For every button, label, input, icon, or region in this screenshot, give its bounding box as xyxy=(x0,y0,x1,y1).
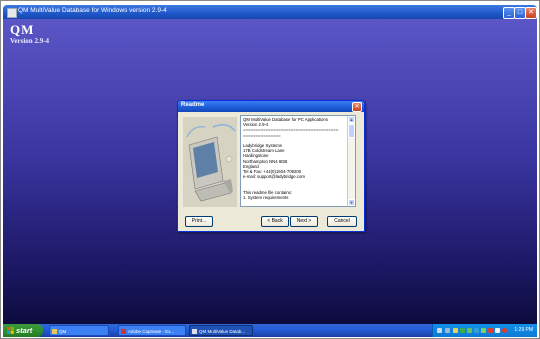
app-icon xyxy=(7,8,17,18)
clock[interactable]: 1:29 PM xyxy=(514,324,533,337)
taskbar: start QM Adobe Captivate - Ex... QM Mult… xyxy=(3,324,537,337)
tray-icon[interactable] xyxy=(453,328,458,333)
readme-line: ====================================== xyxy=(243,127,339,133)
qm-version: Version 2.9-4 xyxy=(10,37,50,45)
dialog-title-bar[interactable]: Readme ✕ xyxy=(178,101,364,112)
readme-text: QM MultiValue Database for PC Applicatio… xyxy=(243,117,347,200)
window-title: QM MultiValue Database for Windows versi… xyxy=(18,7,167,14)
captivate-icon xyxy=(121,329,126,334)
tray-icon[interactable] xyxy=(495,328,500,333)
readme-text-area[interactable]: QM MultiValue Database for PC Applicatio… xyxy=(240,115,356,207)
tray-icon[interactable] xyxy=(481,328,486,333)
tray-icon[interactable] xyxy=(502,328,507,333)
close-button[interactable]: ✕ xyxy=(525,7,537,19)
print-button[interactable]: Print... xyxy=(185,216,213,227)
scroll-up-arrow-icon[interactable]: ▲ xyxy=(348,116,355,123)
tray-icon[interactable] xyxy=(488,328,493,333)
taskbar-item-qm-setup[interactable]: QM MultiValue Datab... xyxy=(189,325,253,336)
scroll-down-arrow-icon[interactable]: ▼ xyxy=(348,199,355,206)
taskbar-item-label: Adobe Captivate - Ex... xyxy=(128,329,175,334)
qm-logo: QM xyxy=(10,22,35,37)
tray-icon[interactable] xyxy=(460,328,465,333)
readme-scrollbar[interactable]: ▲ ▼ xyxy=(347,116,355,206)
screen: QM MultiValue Database for Windows versi… xyxy=(0,0,540,339)
tray-icon[interactable] xyxy=(445,328,450,333)
dialog-title: Readme xyxy=(181,102,205,108)
readme-line: 1. System requirements xyxy=(243,194,289,200)
tray-icon[interactable] xyxy=(467,328,472,333)
taskbar-item-label: QM xyxy=(59,329,67,334)
folder-icon xyxy=(52,329,57,334)
tray-icon[interactable] xyxy=(437,328,442,333)
taskbar-item-label: QM MultiValue Datab... xyxy=(199,329,246,334)
readme-dialog: Readme ✕ QM MultiValue Database for PC A… xyxy=(177,100,365,232)
taskbar-item-qm[interactable]: QM xyxy=(49,325,109,336)
scroll-thumb[interactable] xyxy=(348,124,355,138)
computer-illustration xyxy=(183,117,237,207)
tray-icon[interactable] xyxy=(474,328,479,333)
next-button[interactable]: Next > xyxy=(290,216,318,227)
cancel-button[interactable]: Cancel xyxy=(327,216,357,227)
taskbar-item-captivate[interactable]: Adobe Captivate - Ex... xyxy=(118,325,186,336)
windows-logo-icon xyxy=(7,327,14,334)
system-tray: 1:29 PM xyxy=(432,324,537,337)
window-title-bar[interactable]: QM MultiValue Database for Windows versi… xyxy=(3,5,537,19)
setup-icon xyxy=(192,329,197,334)
back-button[interactable]: < Back xyxy=(261,216,289,227)
start-button[interactable]: start xyxy=(3,324,43,337)
start-label: start xyxy=(16,326,33,335)
dialog-close-button[interactable]: ✕ xyxy=(352,102,362,112)
